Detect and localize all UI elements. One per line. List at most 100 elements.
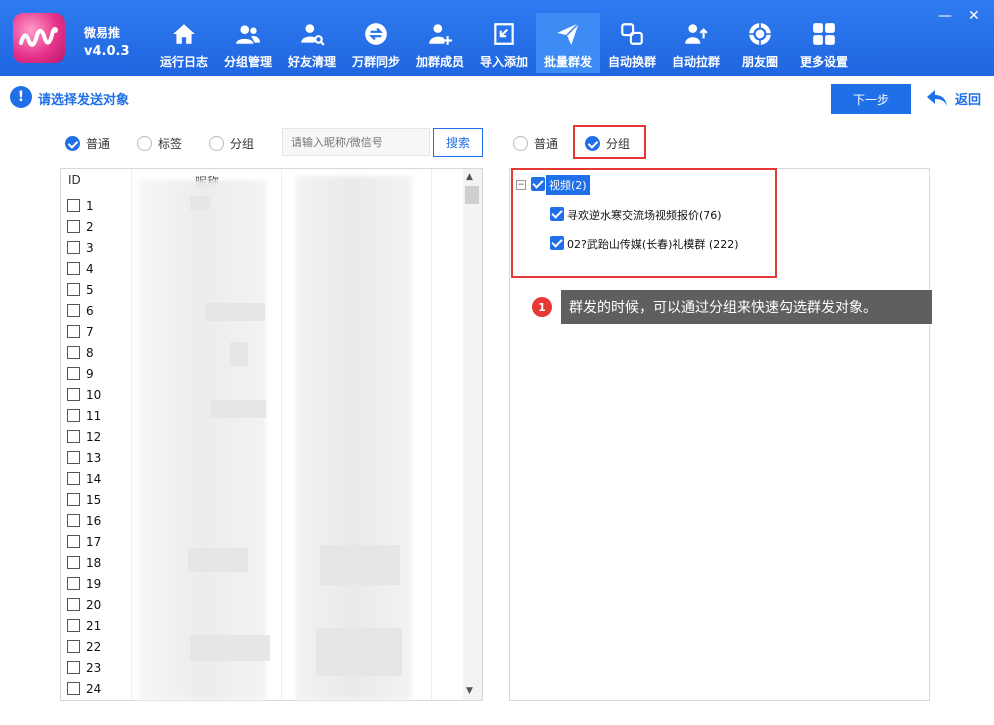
vertical-scrollbar[interactable] [463,169,482,700]
row-checkbox[interactable] [67,493,80,506]
user-search-icon [301,24,325,46]
user-add-icon [429,24,452,45]
back-button[interactable]: 返回 [925,86,981,110]
nav-label: 自动换群 [607,55,656,69]
nav-bulk-send[interactable]: 批量群发 [536,13,600,73]
tree-child-label[interactable]: 02?武跆山传媒(长春)礼模群 (222) [567,236,739,252]
app-version: v4.0.3 [84,44,130,59]
row-id: 10 [86,387,102,402]
tree-child-label[interactable]: 寻欢逆水寒交流场视频报价(76) [567,207,722,223]
nav-auto-swap[interactable]: 自动换群 [600,13,664,73]
app-header: 微易推 v4.0.3 运行日志 分组管理 好友清理 万群同步 加群成员 导入添加 [0,0,994,76]
redaction-block [190,635,270,661]
row-checkbox[interactable] [67,661,80,674]
row-checkbox[interactable] [67,619,80,632]
row-id: 15 [86,492,102,507]
row-id: 14 [86,471,102,486]
redaction-block [210,400,266,418]
row-id: 24 [86,681,102,696]
header-id: ID [68,173,81,187]
tip-text: 群发的时候，可以通过分组来快速勾选群发对象。 [561,290,932,324]
nav-auto-pull[interactable]: 自动拉群 [664,13,728,73]
nav-add-members[interactable]: 加群成员 [408,13,472,73]
row-checkbox[interactable] [67,430,80,443]
search-input[interactable] [282,128,430,156]
radio-label: 普通 [86,137,111,151]
row-checkbox[interactable] [67,325,80,338]
back-arrow-icon [927,90,947,106]
main-nav: 运行日志 分组管理 好友清理 万群同步 加群成员 导入添加 批量群发 自动换群 [152,13,856,76]
nav-more-settings[interactable]: 更多设置 [792,13,856,73]
nav-run-log[interactable]: 运行日志 [152,13,216,73]
radio-tag[interactable]: 标签 [137,135,182,152]
nav-label: 加群成员 [415,55,464,69]
row-checkbox[interactable] [67,514,80,527]
page-title: 请选择发送对象 [38,93,130,108]
right-radio-normal[interactable]: 普通 [513,135,558,152]
row-id: 8 [86,345,94,360]
radio-normal[interactable]: 普通 [65,135,110,152]
row-checkbox[interactable] [67,241,80,254]
next-button[interactable]: 下一步 [831,84,911,114]
row-checkbox[interactable] [67,535,80,548]
tree-root-checkbox[interactable] [531,177,545,191]
tree-child-checkbox[interactable] [550,236,564,250]
redaction-block [205,303,265,321]
row-checkbox[interactable] [67,472,80,485]
users-icon [236,25,260,44]
row-id: 17 [86,534,102,549]
tip-number-badge: 1 [532,297,552,317]
tree-child-checkbox[interactable] [550,207,564,221]
row-checkbox[interactable] [67,640,80,653]
nav-label: 分组管理 [223,55,272,69]
nav-friend-clean[interactable]: 好友清理 [280,13,344,73]
nav-group-manage[interactable]: 分组管理 [216,13,280,73]
redacted-nickname-column [138,180,266,700]
search-button[interactable]: 搜索 [433,128,483,157]
nav-label: 朋友圈 [741,55,778,69]
radio-label: 标签 [158,137,183,151]
nav-label: 运行日志 [159,55,208,69]
collapse-icon[interactable]: − [516,180,526,190]
minimize-icon[interactable]: — [938,8,952,24]
scroll-up-icon[interactable]: ▲ [466,172,473,182]
scroll-down-icon[interactable]: ▼ [466,686,473,696]
nav-import-add[interactable]: 导入添加 [472,13,536,73]
row-checkbox[interactable] [67,451,80,464]
swap-icon [621,23,643,45]
import-icon [494,23,514,45]
row-id: 20 [86,597,102,612]
row-checkbox[interactable] [67,199,80,212]
redaction-block [190,196,210,210]
row-checkbox[interactable] [67,304,80,317]
row-checkbox[interactable] [67,577,80,590]
row-checkbox[interactable] [67,388,80,401]
radio-circle [65,136,80,151]
row-checkbox[interactable] [67,682,80,695]
row-checkbox[interactable] [67,346,80,359]
nav-label: 好友清理 [287,55,336,69]
nav-label: 自动拉群 [671,55,720,69]
row-checkbox[interactable] [67,283,80,296]
row-checkbox[interactable] [67,367,80,380]
row-id: 11 [86,408,102,423]
row-checkbox[interactable] [67,409,80,422]
nav-label: 更多设置 [799,55,848,69]
redaction-block [320,545,400,585]
close-icon[interactable]: ✕ [968,8,980,24]
row-checkbox[interactable] [67,556,80,569]
row-checkbox[interactable] [67,598,80,611]
nav-moments[interactable]: 朋友圈 [728,13,792,73]
row-checkbox[interactable] [67,220,80,233]
row-id: 9 [86,366,94,381]
scrollbar-thumb[interactable] [465,186,479,204]
tree-root-label[interactable]: 视频(2) [546,175,590,195]
row-id: 7 [86,324,94,339]
radio-label: 普通 [534,137,559,151]
highlight-box-group-radio [573,125,646,159]
row-id: 23 [86,660,102,675]
radio-group[interactable]: 分组 [209,135,254,152]
row-id: 21 [86,618,102,633]
row-checkbox[interactable] [67,262,80,275]
nav-group-sync[interactable]: 万群同步 [344,13,408,73]
